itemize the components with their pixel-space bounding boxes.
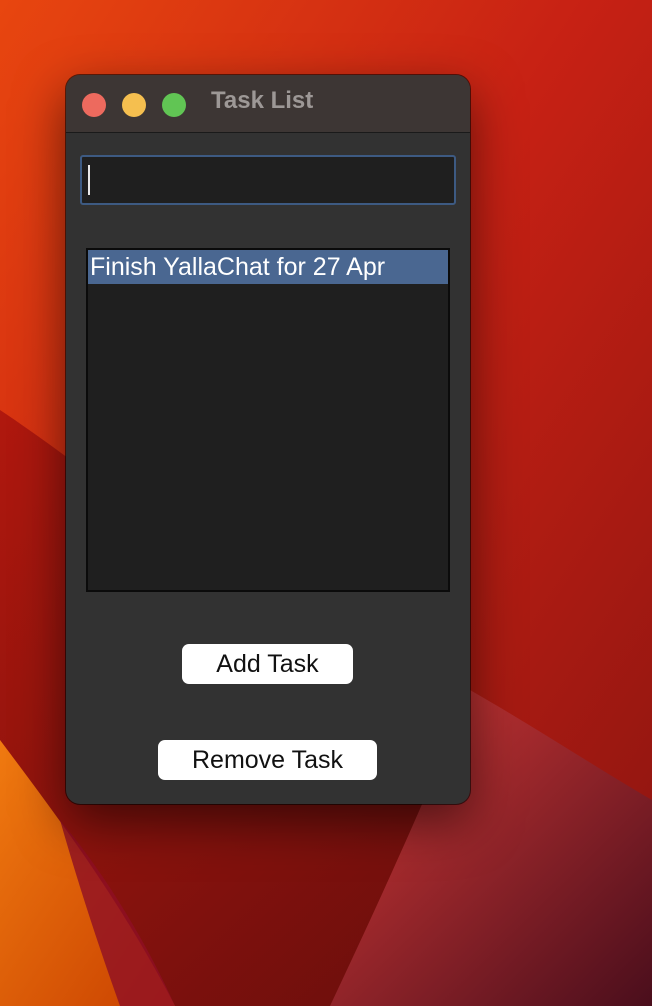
task-input[interactable]	[80, 155, 456, 205]
close-window-button[interactable]	[82, 93, 106, 117]
title-bar[interactable]: Task List	[66, 75, 470, 133]
text-caret	[88, 165, 90, 195]
zoom-window-button[interactable]	[162, 93, 186, 117]
task-listbox[interactable]: Finish YallaChat for 27 Apr	[86, 248, 450, 592]
window-title: Task List	[211, 87, 314, 114]
remove-task-button[interactable]: Remove Task	[158, 740, 377, 780]
task-list-window: Task List Finish YallaChat for 27 Apr Ad…	[66, 75, 470, 804]
list-item[interactable]: Finish YallaChat for 27 Apr	[88, 250, 448, 284]
minimize-window-button[interactable]	[122, 93, 146, 117]
add-task-button[interactable]: Add Task	[182, 644, 353, 684]
